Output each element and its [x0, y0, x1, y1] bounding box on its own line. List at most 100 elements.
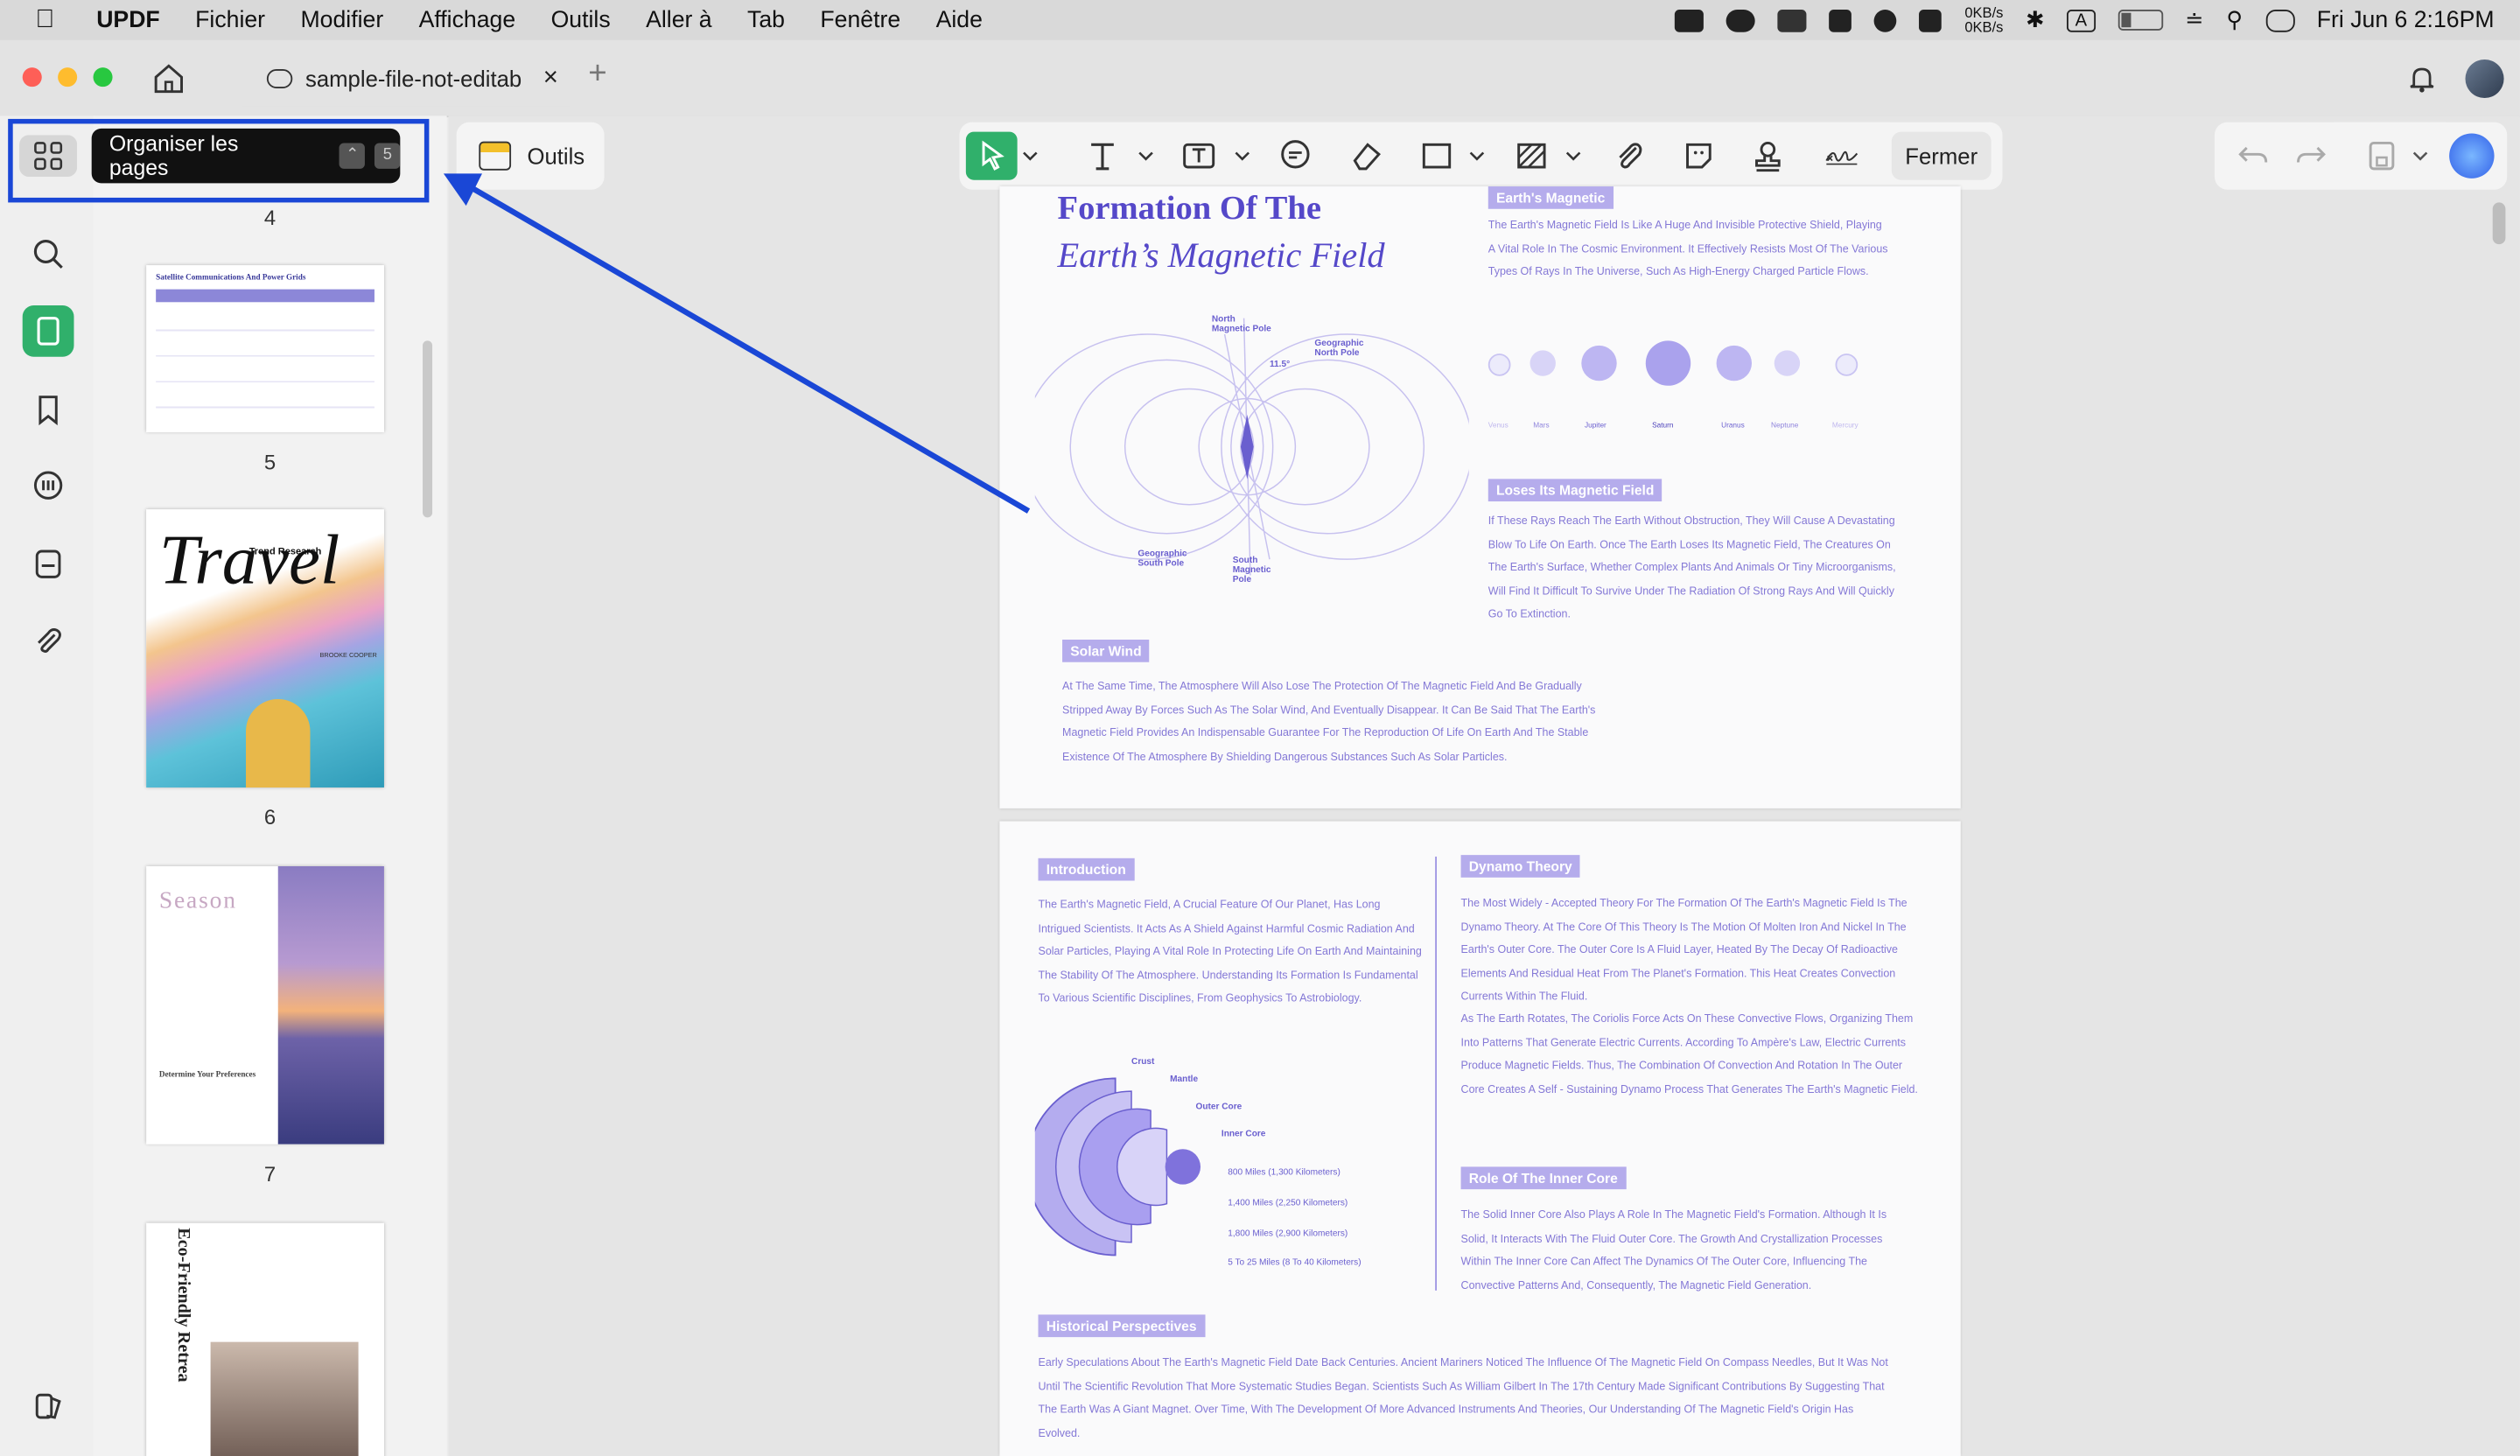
annotation-arrow: [443, 173, 1031, 514]
rectangle-tool-icon[interactable]: [1418, 136, 1456, 175]
close-tab-button[interactable]: ×: [543, 64, 558, 93]
kayak-illustration: [246, 698, 311, 788]
zoom-window-button[interactable]: [93, 67, 113, 88]
paragraph-loses-magnetic-field: If These Rays Reach The Earth Without Ob…: [1488, 515, 1896, 620]
chevron-down-icon[interactable]: [1467, 136, 1487, 175]
chevron-down-icon[interactable]: [1137, 136, 1156, 175]
page-number-7: 7: [263, 1161, 276, 1186]
inbox-icon[interactable]: [1778, 9, 1808, 32]
layer-label-crust: Crust: [1131, 1057, 1155, 1068]
title-bar: sample-file-not-editab × +: [0, 39, 2520, 118]
layers-icon[interactable]: [27, 1385, 69, 1427]
wifi-icon[interactable]: ≐: [2185, 6, 2204, 33]
stamp-tool-icon[interactable]: [1748, 136, 1787, 175]
menu-tab[interactable]: Tab: [747, 7, 785, 32]
menu-affichage[interactable]: Affichage: [419, 7, 516, 32]
home-icon[interactable]: [151, 61, 186, 96]
planet-label-saturn: Saturn: [1652, 421, 1674, 430]
comment-icon[interactable]: [27, 466, 69, 508]
sticker-icon[interactable]: [1679, 136, 1718, 175]
thumbnail-scrollbar[interactable]: [423, 340, 433, 518]
layer-label-mantle: Mantle: [1170, 1074, 1199, 1085]
planet-label-jupiter: Jupiter: [1584, 421, 1606, 430]
chevron-down-icon[interactable]: [2411, 136, 2430, 175]
textbox-tool-icon[interactable]: [1180, 136, 1218, 175]
paperclip-icon[interactable]: [1610, 136, 1648, 175]
comment-bubble-icon[interactable]: [1276, 136, 1314, 175]
thumbnail-page-7[interactable]: Season Determine Your Preferences: [146, 865, 384, 1144]
minimize-window-button[interactable]: [58, 67, 78, 88]
thumb6-sub: Trend Research: [248, 548, 322, 558]
puzzle-icon[interactable]: [1830, 9, 1852, 32]
cat-icon[interactable]: [1919, 9, 1942, 32]
chevron-down-icon[interactable]: [1233, 136, 1252, 175]
paragraph-historical: Early Speculations About The Earth's Mag…: [1038, 1358, 1888, 1439]
document-scrollbar[interactable]: [2492, 202, 2506, 245]
menu-modifier[interactable]: Modifier: [300, 7, 383, 32]
fermer-button[interactable]: Fermer: [1891, 131, 1992, 180]
thumbnail-page-6[interactable]: Travel Trend Research BROOKE COOPER: [146, 509, 384, 788]
paragraph-dynamo-theory-2: As The Earth Rotates, The Coriolis Force…: [1460, 1013, 1918, 1096]
paragraph-introduction: The Earth's Magnetic Field, A Crucial Fe…: [1038, 900, 1422, 1004]
thumb5-title: Satellite Communications And Power Grids: [156, 275, 306, 284]
avatar[interactable]: [2465, 59, 2504, 99]
layer-distance-1: 800 Miles (1,300 Kilometers): [1228, 1168, 1340, 1179]
thumbnail-panel: 4 Satellite Communications And Power Gri…: [93, 116, 447, 1456]
chevron-down-icon[interactable]: [1564, 136, 1583, 175]
clock[interactable]: Fri Jun 6 2:16PM: [2317, 7, 2495, 32]
thumb6-title: Travel: [158, 521, 340, 600]
thumb8-title: Eco-Friendly Retrea: [173, 1228, 193, 1382]
area-highlight-icon[interactable]: [1512, 136, 1550, 175]
planet-mars: [1530, 350, 1556, 376]
planet-label-neptune: Neptune: [1771, 421, 1799, 430]
planet-label-venus: Venus: [1488, 421, 1508, 430]
right-controls: [2214, 122, 2508, 190]
menu-fenetre[interactable]: Fenêtre: [820, 7, 900, 32]
menu-aide[interactable]: Aide: [936, 7, 983, 32]
bell-icon[interactable]: [2406, 63, 2439, 95]
document-tab[interactable]: sample-file-not-editab ×: [241, 51, 571, 107]
new-tab-button[interactable]: +: [588, 56, 606, 93]
save-icon[interactable]: [2362, 136, 2401, 175]
planet-saturn: [1645, 340, 1691, 386]
undo-icon[interactable]: [2234, 136, 2272, 175]
close-window-button[interactable]: [22, 67, 42, 88]
apple-icon[interactable]: : [35, 5, 54, 34]
thumbnails-panel-icon[interactable]: [22, 304, 74, 357]
cloud-icon: [266, 68, 293, 89]
menu-app-name[interactable]: UPDF: [96, 7, 160, 32]
layer-distance-3: 1,800 Miles (2,900 Kilometers): [1228, 1229, 1348, 1240]
drive-icon[interactable]: [1726, 9, 1756, 32]
battery-icon[interactable]: [2117, 10, 2163, 31]
magnetic-field-diagram: [1034, 318, 1469, 576]
stamp-panel-icon[interactable]: [27, 543, 69, 585]
text-tool-icon[interactable]: [1083, 136, 1122, 175]
planet-label-uranus: Uranus: [1721, 421, 1745, 430]
menu-fichier[interactable]: Fichier: [195, 7, 265, 32]
menu-aller-a[interactable]: Aller à: [646, 7, 712, 32]
bookmark-icon[interactable]: [27, 388, 69, 430]
signature-icon[interactable]: [1817, 136, 1866, 175]
thumbnail-page-8[interactable]: Eco-Friendly Retrea: [146, 1222, 384, 1456]
spotlight-icon[interactable]: ⚲: [2226, 6, 2243, 33]
thumb7-heading: Determine Your Preferences: [158, 1072, 256, 1081]
redo-icon[interactable]: [2292, 136, 2330, 175]
section-tag-historical: Historical Perspectives: [1038, 1314, 1205, 1338]
planet-label-mercury: Mercury: [1831, 421, 1858, 430]
bluetooth-icon[interactable]: ✱: [2026, 6, 2045, 33]
attachment-icon[interactable]: [27, 620, 69, 662]
section-tag-introduction: Introduction: [1038, 858, 1134, 881]
moon-icon[interactable]: [1874, 9, 1898, 32]
page-title-line1: Formation Of The: [1057, 187, 1321, 227]
thumbnail-page-5[interactable]: Satellite Communications And Power Grids: [146, 265, 384, 433]
eraser-icon[interactable]: [1347, 136, 1385, 175]
control-center-icon[interactable]: [2264, 9, 2295, 32]
menu-outils[interactable]: Outils: [551, 7, 611, 32]
search-icon[interactable]: [27, 233, 69, 275]
input-source-icon[interactable]: A: [2067, 9, 2096, 32]
sunset-photo: [277, 865, 384, 1144]
document-tab-title: sample-file-not-editab: [304, 66, 522, 92]
thumb5-table: [156, 289, 374, 303]
updf-status-icon[interactable]: [1675, 9, 1704, 32]
ai-assistant-icon[interactable]: [2449, 133, 2495, 178]
